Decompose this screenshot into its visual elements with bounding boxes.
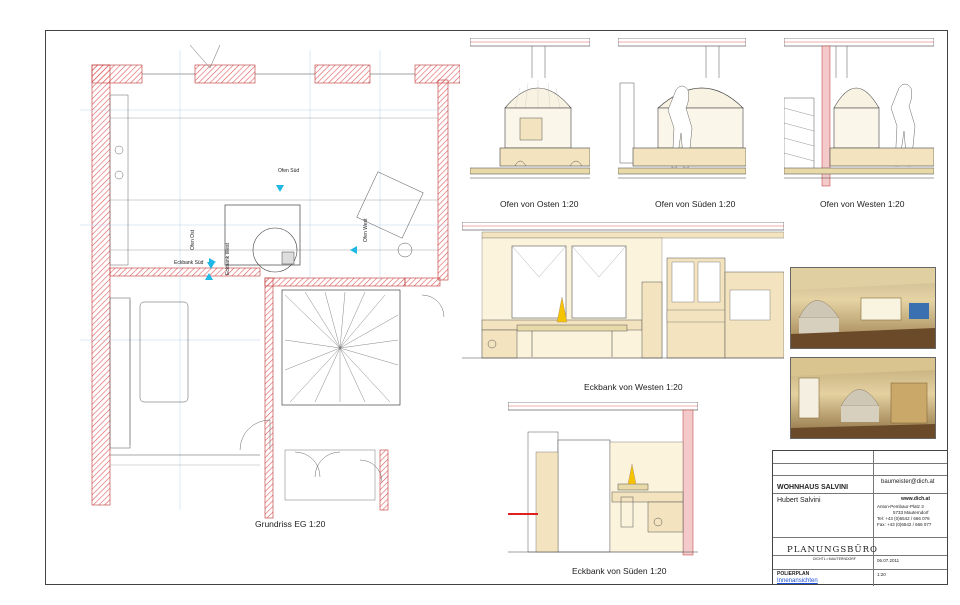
tb-row-divider [773, 555, 947, 556]
elevation-eckbank-westen [462, 222, 784, 372]
rendering-1-image [791, 268, 935, 348]
caption-ofen-westen: Ofen von Westen 1:20 [820, 199, 905, 209]
floor-plan-drawing [80, 44, 460, 519]
caption-ofen-osten: Ofen von Osten 1:20 [500, 199, 579, 209]
tb-row-divider [773, 569, 947, 570]
title-block: WOHNHAUS SALVINI Hubert Salvini baumeist… [772, 450, 948, 586]
elevation-ofen-osten [470, 38, 590, 198]
marker-label-eckbank-sued: Eckbank Süd [174, 260, 204, 266]
ofen-westen-drawing [784, 38, 934, 187]
elevation-ofen-sueden [618, 38, 746, 198]
tb-firm-sub: DICHTL • MAUTERNDORF [813, 557, 856, 561]
tb-plantitle: Innenansichten [777, 578, 818, 584]
elevation-eckbank-sueden [508, 402, 698, 562]
marker-label-ofen-west: Ofen West [363, 218, 369, 242]
elevation-ofen-westen [784, 38, 934, 198]
eckbank-westen-drawing [462, 222, 784, 359]
ofen-osten-drawing [470, 38, 590, 179]
tb-addr2: 5733 Mauterndorf [893, 510, 929, 515]
tb-scale: 1:20 [877, 572, 886, 577]
tb-project: WOHNHAUS SALVINI [777, 484, 849, 491]
rendering-2-image [791, 358, 935, 438]
tb-fax: Fax: +43 (0)6542 / 666 077 [877, 522, 932, 527]
tb-date: 06.07.2011 [877, 558, 900, 563]
marker-label-eckbank-west: Eckbank West [225, 243, 231, 275]
interior-rendering-2 [790, 357, 936, 439]
tb-row-divider [773, 537, 947, 538]
ofen-sueden-drawing [618, 38, 746, 179]
tb-row-divider [773, 463, 947, 464]
caption-eckbank-westen: Eckbank von Westen 1:20 [584, 382, 683, 392]
caption-ofen-sueden: Ofen von Süden 1:20 [655, 199, 736, 209]
caption-grundriss: Grundriss EG 1:20 [255, 519, 326, 529]
tb-owner: Hubert Salvini [777, 497, 821, 504]
tb-row-divider [773, 475, 947, 476]
eckbank-sueden-drawing [508, 402, 698, 556]
caption-eckbank-sueden: Eckbank von Süden 1:20 [572, 566, 667, 576]
tb-website: www.dich.at [901, 496, 930, 502]
interior-rendering-1 [790, 267, 936, 349]
marker-label-ofen-ost: Ofen Ost [190, 229, 196, 250]
tb-email: baumeister@dich.at [881, 479, 935, 485]
tb-firm-logo: PLANUNGSBÜRO [787, 545, 878, 555]
tb-plantype: POLIERPLAN [777, 571, 810, 577]
tb-row-divider [773, 493, 947, 494]
marker-label-ofen-sued: Ofen Süd [278, 168, 300, 174]
tb-addr1: Anton-Pembaur-Platz 3 [877, 504, 924, 509]
floor-plan: Ofen Süd Ofen Ost Ofen West Eckbank Süd … [60, 40, 460, 520]
tb-tel: Tel: +43 (0)6542 / 666 076 [877, 516, 930, 521]
tb-col-divider [873, 451, 874, 586]
